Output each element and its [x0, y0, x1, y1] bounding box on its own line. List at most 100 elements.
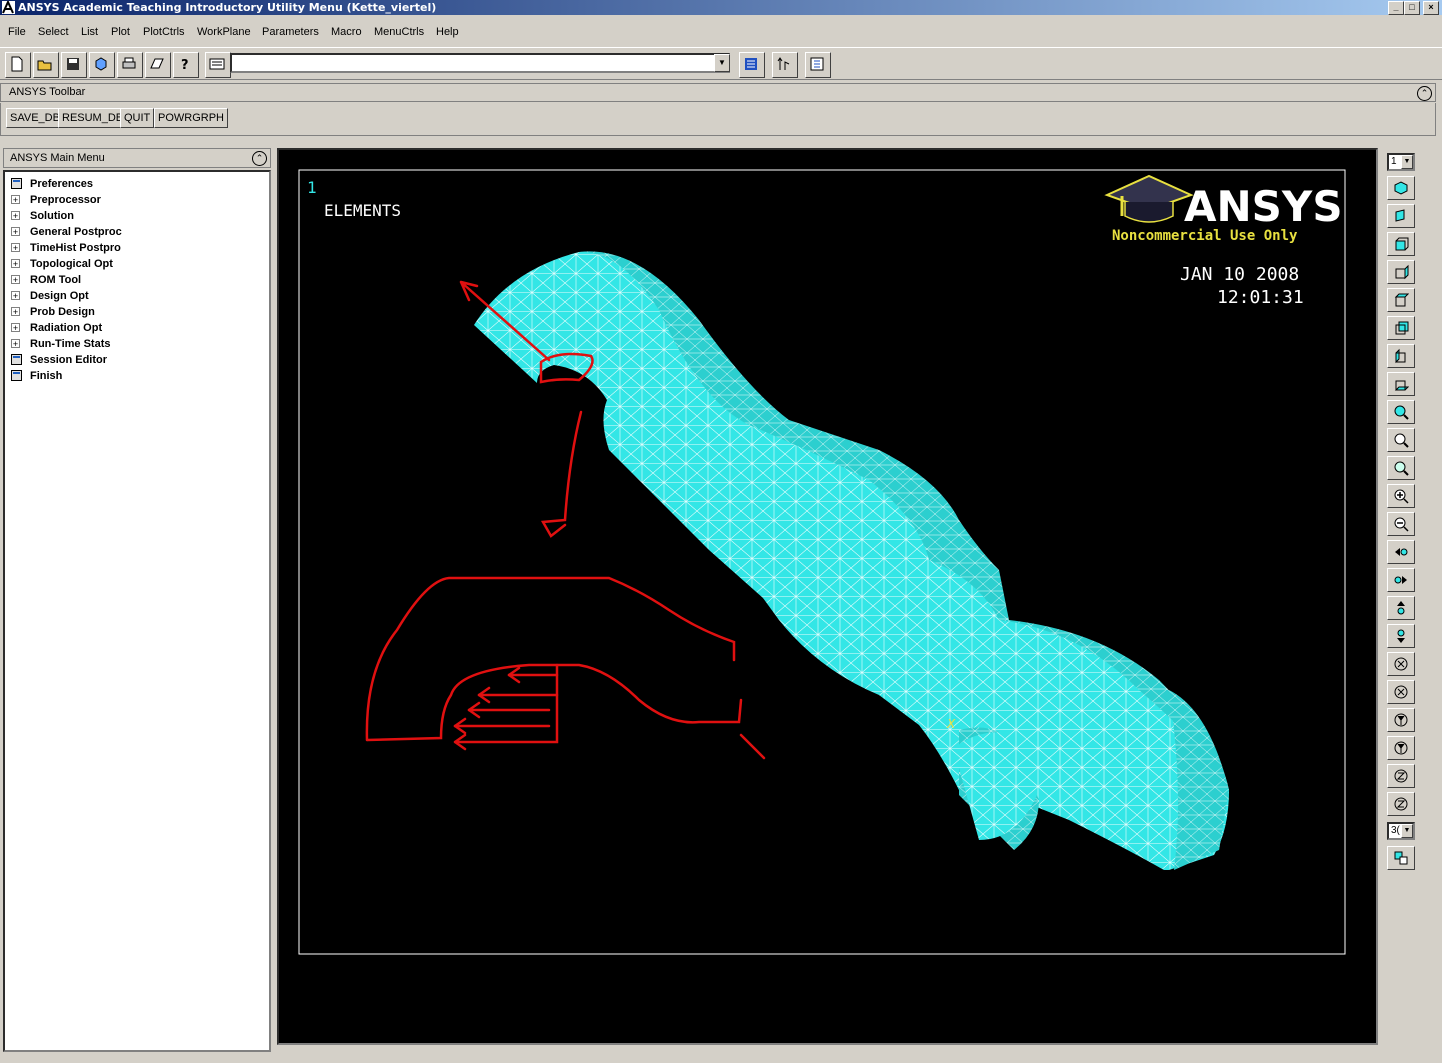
mesh-model — [474, 251, 1229, 870]
rotate-z-minus-button[interactable] — [1387, 792, 1415, 816]
resum-db-button[interactable]: RESUM_DB — [58, 108, 128, 128]
menu-help[interactable]: Help — [436, 26, 459, 38]
oblique-view-button[interactable] — [1387, 204, 1415, 228]
ansys-toolbar-buttons: SAVE_DB RESUM_DB QUIT POWRGRPH — [0, 103, 1436, 136]
close-button[interactable]: × — [1423, 1, 1439, 15]
reset-picking-button[interactable] — [772, 52, 798, 78]
pan-down-icon — [1397, 629, 1405, 643]
raise-hidden-button[interactable] — [739, 52, 765, 78]
view-toolbar: 1 ▼ 3(▼ — [1385, 148, 1421, 1053]
main-menu-header: ANSYS Main Menu ⌃ — [3, 148, 271, 168]
command-input[interactable] — [230, 53, 730, 73]
contact-manager-button[interactable] — [805, 52, 831, 78]
report-button[interactable] — [145, 52, 171, 78]
menu-plot[interactable]: Plot — [111, 26, 130, 38]
report-icon — [150, 58, 164, 69]
pan-up-button[interactable] — [1387, 596, 1415, 620]
main-menu-tree: Preferences + Preprocessor + Solution + Gen… — [3, 170, 271, 1052]
pan-right-icon — [1394, 576, 1407, 584]
zoom-out-button[interactable] — [1387, 512, 1415, 536]
expand-icon[interactable]: + — [11, 243, 20, 253]
pan-zoom-rotate-button[interactable] — [89, 52, 115, 78]
back-view-button[interactable] — [1387, 316, 1415, 340]
zoom-window-icon — [1394, 461, 1409, 476]
menu-parameters[interactable]: Parameters — [262, 26, 319, 38]
left-view-button[interactable] — [1387, 344, 1415, 368]
save-db-button[interactable]: SAVE_DB — [6, 108, 64, 128]
bottom-cube-icon — [1394, 380, 1409, 391]
right-cube-icon — [1395, 264, 1409, 280]
minimize-button[interactable]: _ — [1388, 1, 1404, 15]
win-zoom-button[interactable] — [1387, 456, 1415, 480]
front-view-button[interactable] — [1387, 232, 1415, 256]
save-button[interactable] — [61, 52, 87, 78]
zoom-button[interactable] — [1387, 400, 1415, 424]
rotate-x-plus-button[interactable] — [1387, 652, 1415, 676]
new-file-icon — [11, 56, 23, 72]
cursor-reset-icon — [777, 57, 790, 70]
pan-down-button[interactable] — [1387, 624, 1415, 648]
ansys-app-icon — [2, 1, 15, 14]
rotate-x-icon — [1394, 657, 1408, 671]
powrgrph-button[interactable]: POWRGRPH — [154, 108, 228, 128]
open-button[interactable] — [33, 52, 59, 78]
rotate-y-plus-button[interactable] — [1387, 708, 1415, 732]
box-zoom-button[interactable] — [1387, 428, 1415, 452]
rotate-z-plus-button[interactable] — [1387, 764, 1415, 788]
dialog-icon — [11, 370, 22, 381]
oblique-cube-icon — [1395, 209, 1405, 222]
expand-icon[interactable]: + — [11, 227, 20, 237]
menu-list[interactable]: List — [81, 26, 98, 38]
zoom-in-button[interactable] — [1387, 484, 1415, 508]
window-title: ANSYS Academic Teaching Introductory Uti… — [18, 1, 437, 14]
pan-right-button[interactable] — [1387, 568, 1415, 592]
menu-bar: File Select List Plot PlotCtrls WorkPlan… — [0, 23, 1442, 43]
expand-icon[interactable]: + — [11, 259, 20, 269]
new-button[interactable] — [5, 52, 31, 78]
keyboard-button[interactable] — [205, 52, 231, 78]
menu-file[interactable]: File — [8, 26, 26, 38]
dialog-icon — [11, 354, 22, 365]
help-button[interactable]: ? — [173, 52, 199, 78]
top-view-button[interactable] — [1387, 288, 1415, 312]
collapse-main-menu-icon[interactable]: ⌃ — [252, 151, 267, 166]
expand-icon[interactable]: + — [11, 323, 20, 333]
right-view-button[interactable] — [1387, 260, 1415, 284]
isometric-view-button[interactable] — [1387, 176, 1415, 200]
expand-icon[interactable]: + — [11, 339, 20, 349]
left-cube-icon — [1395, 348, 1406, 364]
main-menu-title: ANSYS Main Menu — [10, 152, 105, 164]
rotate-y-minus-button[interactable] — [1387, 736, 1415, 760]
expand-icon[interactable]: + — [11, 275, 20, 285]
menu-menuctrls[interactable]: MenuCtrls — [374, 26, 424, 38]
command-dropdown-button[interactable]: ▼ — [714, 54, 730, 72]
menu-plotctrls[interactable]: PlotCtrls — [143, 26, 185, 38]
print-button[interactable] — [117, 52, 143, 78]
expand-icon[interactable]: + — [11, 211, 20, 221]
cube-icon — [95, 57, 107, 71]
window-select[interactable]: 1 ▼ — [1387, 153, 1415, 171]
help-icon: ? — [181, 58, 189, 72]
rotate-y-icon — [1394, 713, 1408, 727]
maximize-button[interactable]: □ — [1404, 1, 1420, 15]
expand-icon[interactable]: + — [11, 307, 20, 317]
bottom-view-button[interactable] — [1387, 372, 1415, 396]
pan-left-button[interactable] — [1387, 540, 1415, 564]
zoom-step-select[interactable]: 3(▼ — [1387, 822, 1415, 840]
quit-button[interactable]: QUIT — [120, 108, 155, 128]
menu-workplane[interactable]: WorkPlane — [197, 26, 251, 38]
menu-macro[interactable]: Macro — [331, 26, 362, 38]
dynamic-mode-button[interactable] — [1387, 846, 1415, 870]
graphics-window[interactable]: 1 ELEMENTS ANSYS Noncommercial Use Only … — [277, 148, 1378, 1045]
expand-icon[interactable]: + — [11, 195, 20, 205]
collapse-toolbar-icon[interactable]: ⌃ — [1417, 86, 1432, 101]
plot-type-label: ELEMENTS — [324, 201, 401, 220]
window-number-label: 1 — [307, 178, 317, 197]
rotate-x-minus-button[interactable] — [1387, 680, 1415, 704]
open-folder-icon — [37, 60, 52, 71]
menu-select[interactable]: Select — [38, 26, 69, 38]
expand-icon[interactable]: + — [11, 291, 20, 301]
rotate-z-icon — [1394, 797, 1408, 811]
time-label: 12:01:31 — [1217, 287, 1304, 308]
zoom-out-icon — [1394, 517, 1409, 532]
